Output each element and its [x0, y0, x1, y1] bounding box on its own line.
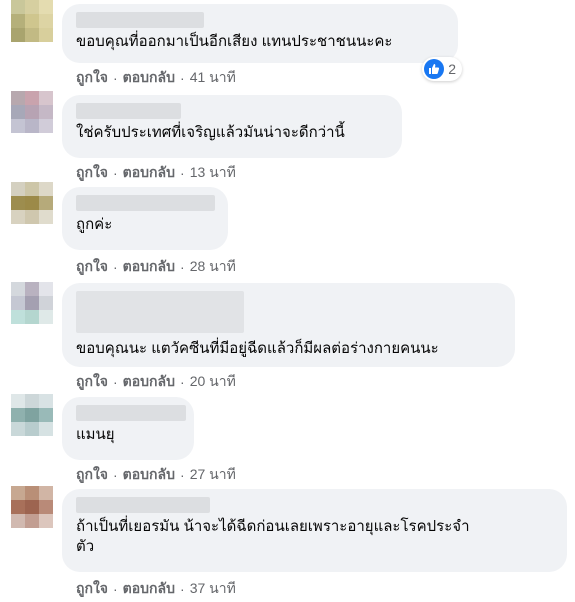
comment-bubble: ขอบคุณนะ แตวัคซีนที่มีอยู่ฉีดแล้วก็มีผลต…	[62, 283, 515, 367]
separator: ·	[113, 165, 118, 181]
author-name[interactable]	[76, 405, 186, 421]
comment-text: ขอบคุณที่ออกมาเป็นอีกเสียง แทนประชาชนนะค…	[76, 33, 393, 50]
separator: ·	[180, 70, 185, 86]
comment-text: ใช่ครับประเทศที่เจริญแล้วมันน่าจะดีกว่าน…	[76, 124, 345, 141]
like-button[interactable]: ถูกใจ	[76, 162, 108, 184]
separator: ·	[180, 374, 185, 390]
separator: ·	[180, 259, 185, 275]
reply-button[interactable]: ตอบกลับ	[123, 256, 175, 278]
separator: ·	[113, 374, 118, 390]
comment-actions: ถูกใจ · ตอบกลับ · 20 นาที	[76, 373, 236, 391]
timestamp[interactable]: 37 นาที	[190, 578, 236, 600]
comment-thread: ขอบคุณที่ออกมาเป็นอีกเสียง แทนประชาชนนะค…	[0, 0, 575, 602]
like-button[interactable]: ถูกใจ	[76, 578, 108, 600]
comment-bubble: แมนยุ	[62, 397, 194, 460]
reply-button[interactable]: ตอบกลับ	[123, 371, 175, 393]
author-name[interactable]	[76, 12, 204, 28]
like-icon	[424, 59, 445, 79]
comment-bubble: ขอบคุณที่ออกมาเป็นอีกเสียง แทนประชาชนนะค…	[62, 4, 458, 63]
like-button[interactable]: ถูกใจ	[76, 67, 108, 89]
reply-button[interactable]: ตอบกลับ	[123, 67, 175, 89]
comment-bubble: ถูกค่ะ	[62, 187, 228, 250]
author-name[interactable]	[76, 497, 210, 513]
avatar[interactable]	[11, 0, 53, 42]
separator: ·	[113, 259, 118, 275]
timestamp[interactable]: 20 นาที	[190, 371, 236, 393]
timestamp[interactable]: 28 นาที	[190, 256, 236, 278]
author-name[interactable]	[76, 291, 244, 333]
timestamp[interactable]: 41 นาที	[190, 67, 236, 89]
like-button[interactable]: ถูกใจ	[76, 371, 108, 393]
reply-button[interactable]: ตอบกลับ	[123, 578, 175, 600]
reaction-count: 2	[448, 61, 456, 77]
reply-button[interactable]: ตอบกลับ	[123, 464, 175, 486]
like-button[interactable]: ถูกใจ	[76, 464, 108, 486]
comment-actions: ถูกใจ · ตอบกลับ · 37 นาที	[76, 580, 236, 598]
comment-text: ขอบคุณนะ แตวัคซีนที่มีอยู่ฉีดแล้วก็มีผลต…	[76, 340, 439, 357]
separator: ·	[180, 581, 185, 597]
comment-text: ถ้าเป็นที่เยอรมัน น้าจะได้ฉีดก่อนเลยเพรา…	[76, 518, 470, 555]
comment-bubble: ถ้าเป็นที่เยอรมัน น้าจะได้ฉีดก่อนเลยเพรา…	[62, 489, 567, 572]
separator: ·	[180, 467, 185, 483]
separator: ·	[180, 165, 185, 181]
separator: ·	[113, 70, 118, 86]
separator: ·	[113, 467, 118, 483]
avatar[interactable]	[11, 486, 53, 528]
like-button[interactable]: ถูกใจ	[76, 256, 108, 278]
reply-button[interactable]: ตอบกลับ	[123, 162, 175, 184]
timestamp[interactable]: 13 นาที	[190, 162, 236, 184]
comment-text: แมนยุ	[76, 426, 115, 443]
avatar[interactable]	[11, 282, 53, 324]
comment-actions: ถูกใจ · ตอบกลับ · 28 นาที	[76, 258, 236, 276]
comment-actions: ถูกใจ · ตอบกลับ · 27 นาที	[76, 466, 236, 484]
reaction-summary[interactable]: 2	[422, 57, 462, 81]
avatar[interactable]	[11, 91, 53, 133]
avatar[interactable]	[11, 394, 53, 436]
separator: ·	[113, 581, 118, 597]
avatar[interactable]	[11, 182, 53, 224]
timestamp[interactable]: 27 นาที	[190, 464, 236, 486]
author-name[interactable]	[76, 195, 215, 211]
comment-text: ถูกค่ะ	[76, 216, 113, 233]
author-name[interactable]	[76, 103, 181, 119]
comment-actions: ถูกใจ · ตอบกลับ · 41 นาที	[76, 69, 236, 87]
comment-actions: ถูกใจ · ตอบกลับ · 13 นาที	[76, 164, 236, 182]
comment-bubble: ใช่ครับประเทศที่เจริญแล้วมันน่าจะดีกว่าน…	[62, 95, 402, 158]
